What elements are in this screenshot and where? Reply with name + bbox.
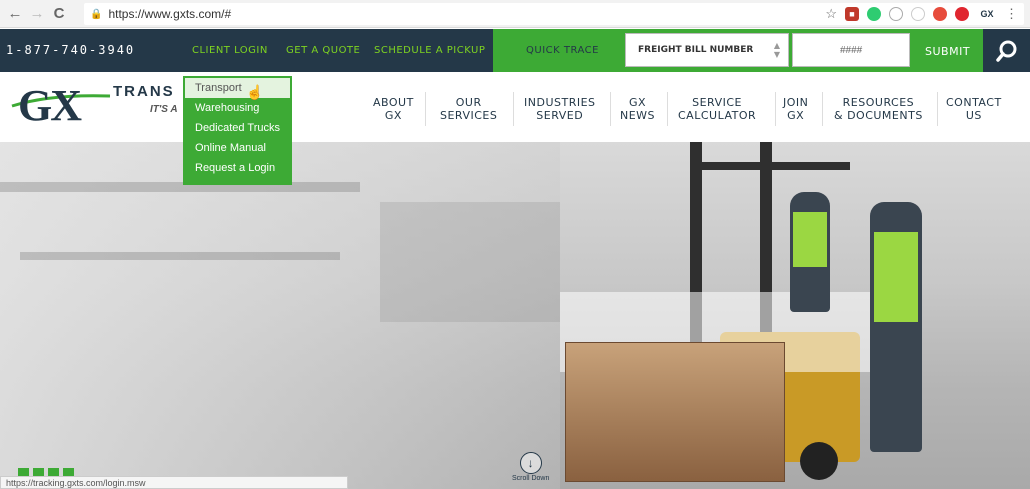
driver-vest [793, 212, 827, 267]
nav-calculator-line2: CALCULATOR [678, 109, 757, 122]
nav-about-line1: ABOUT [373, 96, 414, 109]
star-icon[interactable]: ☆ [825, 6, 837, 22]
nav-our-services[interactable]: OUR SERVICES [440, 96, 497, 122]
address-bar[interactable]: 🔒 https://www.gxts.com/# ☆ ■ GX ⋮ [84, 3, 1024, 25]
client-login-dropdown: Transport Warehousing Dedicated Trucks O… [183, 76, 292, 185]
warehouse-shelf [20, 252, 340, 260]
nav-about-line2: GX [384, 109, 402, 122]
browser-toolbar: ← → C 🔒 https://www.gxts.com/# ☆ ■ GX ⋮ [0, 0, 1030, 28]
shield-extension-icon[interactable] [867, 7, 881, 21]
slider-dot[interactable] [33, 468, 44, 476]
extension-bar: ☆ ■ GX ⋮ [825, 3, 1018, 25]
back-arrow-icon[interactable]: ← [4, 5, 26, 22]
freight-bill-select[interactable]: FREIGHT BILL NUMBER ▲ ▼ [625, 33, 789, 67]
nav-divider [667, 92, 668, 126]
dropdown-item-request-login[interactable]: Request a Login [185, 158, 290, 178]
scroll-down-label: Scroll Down [512, 475, 550, 482]
nav-industries-line1: INDUSTRIES [524, 96, 596, 109]
dropdown-item-dedicated-trucks[interactable]: Dedicated Trucks [185, 118, 290, 138]
url-text: https://www.gxts.com/# [108, 7, 232, 21]
nav-services-line2: SERVICES [440, 109, 498, 122]
nav-join-line2: GX [787, 109, 805, 122]
nav-industries-served[interactable]: INDUSTRIES SERVED [524, 96, 596, 122]
menu-icon[interactable]: ⋮ [1005, 6, 1018, 22]
search-button[interactable] [983, 29, 1030, 72]
nav-contact-line2: US [965, 109, 982, 122]
dropdown-item-transport[interactable]: Transport [185, 78, 290, 98]
get-quote-link[interactable]: GET A QUOTE [286, 45, 360, 56]
opera-extension-icon[interactable] [955, 7, 969, 21]
select-arrows-icon: ▲ ▼ [773, 41, 780, 59]
quick-trace-label: QUICK TRACE [526, 45, 599, 56]
nav-resources-documents[interactable]: RESOURCES & DOCUMENTS [834, 96, 923, 122]
nav-industries-line2: SERVED [536, 109, 584, 122]
search-icon [995, 40, 1016, 62]
nav-calculator-line1: SERVICE [692, 96, 742, 109]
worker-vest [874, 232, 918, 322]
nav-about-gx[interactable]: ABOUT GX [373, 96, 414, 122]
freight-bill-select-value: FREIGHT BILL NUMBER [638, 45, 754, 55]
logo-tagline: IT'S A [150, 104, 178, 115]
nav-services-line1: OUR [455, 96, 482, 109]
slider-dot[interactable] [18, 468, 29, 476]
client-login-link[interactable]: CLIENT LOGIN [192, 45, 268, 56]
tracking-number-input[interactable]: #### [792, 33, 910, 67]
nav-contact-us[interactable]: CONTACT US [946, 96, 1002, 122]
lock-icon: 🔒 [90, 8, 103, 20]
nav-news-line2: NEWS [620, 109, 656, 122]
slider-indicators [18, 468, 74, 476]
red-extension-icon[interactable] [933, 7, 947, 21]
nav-gx-news[interactable]: GX NEWS [620, 96, 655, 122]
forward-arrow-icon[interactable]: → [26, 5, 48, 22]
nav-service-calculator[interactable]: SERVICE CALCULATOR [678, 96, 756, 122]
reload-icon[interactable]: C [48, 5, 70, 22]
nav-join-line1: JOIN [783, 96, 809, 109]
slider-dot[interactable] [48, 468, 59, 476]
schedule-pickup-link[interactable]: SCHEDULE A PICKUP [374, 45, 485, 56]
forklift-wheel [800, 442, 838, 480]
warehouse-shelf [380, 202, 560, 322]
circle-extension-icon[interactable] [889, 7, 903, 21]
gx-extension-icon[interactable]: GX [977, 7, 997, 21]
nav-divider [937, 92, 938, 126]
nav-divider [610, 92, 611, 126]
logo-gx[interactable]: GX [18, 80, 82, 131]
dropdown-item-online-manual[interactable]: Online Manual [185, 138, 290, 158]
nav-divider [775, 92, 776, 126]
warehouse-shelf [0, 182, 360, 192]
nav-divider [425, 92, 426, 126]
nav-divider [822, 92, 823, 126]
scroll-down-arrow-icon: ↓ [519, 452, 542, 474]
pallet-boxes [565, 342, 785, 482]
nav-resources-line2: & DOCUMENTS [834, 109, 923, 122]
nav-resources-line1: RESOURCES [842, 96, 915, 109]
hero-banner [0, 142, 1030, 489]
logo-wordmark: TRANS [113, 83, 175, 100]
hand-cursor-icon: ☝ [246, 84, 264, 100]
submit-button[interactable]: SUBMIT [925, 45, 970, 58]
phone-number[interactable]: 1-877-740-3940 [6, 43, 135, 57]
pdf-extension-icon[interactable]: ■ [845, 7, 859, 21]
ring-extension-icon[interactable] [911, 7, 925, 21]
forklift-cage [690, 162, 850, 170]
status-bar-url: https://tracking.gxts.com/login.msw [0, 476, 348, 489]
nav-contact-line1: CONTACT [946, 96, 1002, 109]
nav-divider [513, 92, 514, 126]
scroll-down-button[interactable]: ↓ Scroll Down [512, 452, 549, 482]
nav-news-line1: GX [628, 96, 647, 109]
slider-dot[interactable] [63, 468, 74, 476]
nav-join-gx[interactable]: JOIN GX [783, 96, 808, 122]
dropdown-item-warehousing[interactable]: Warehousing [185, 98, 290, 118]
